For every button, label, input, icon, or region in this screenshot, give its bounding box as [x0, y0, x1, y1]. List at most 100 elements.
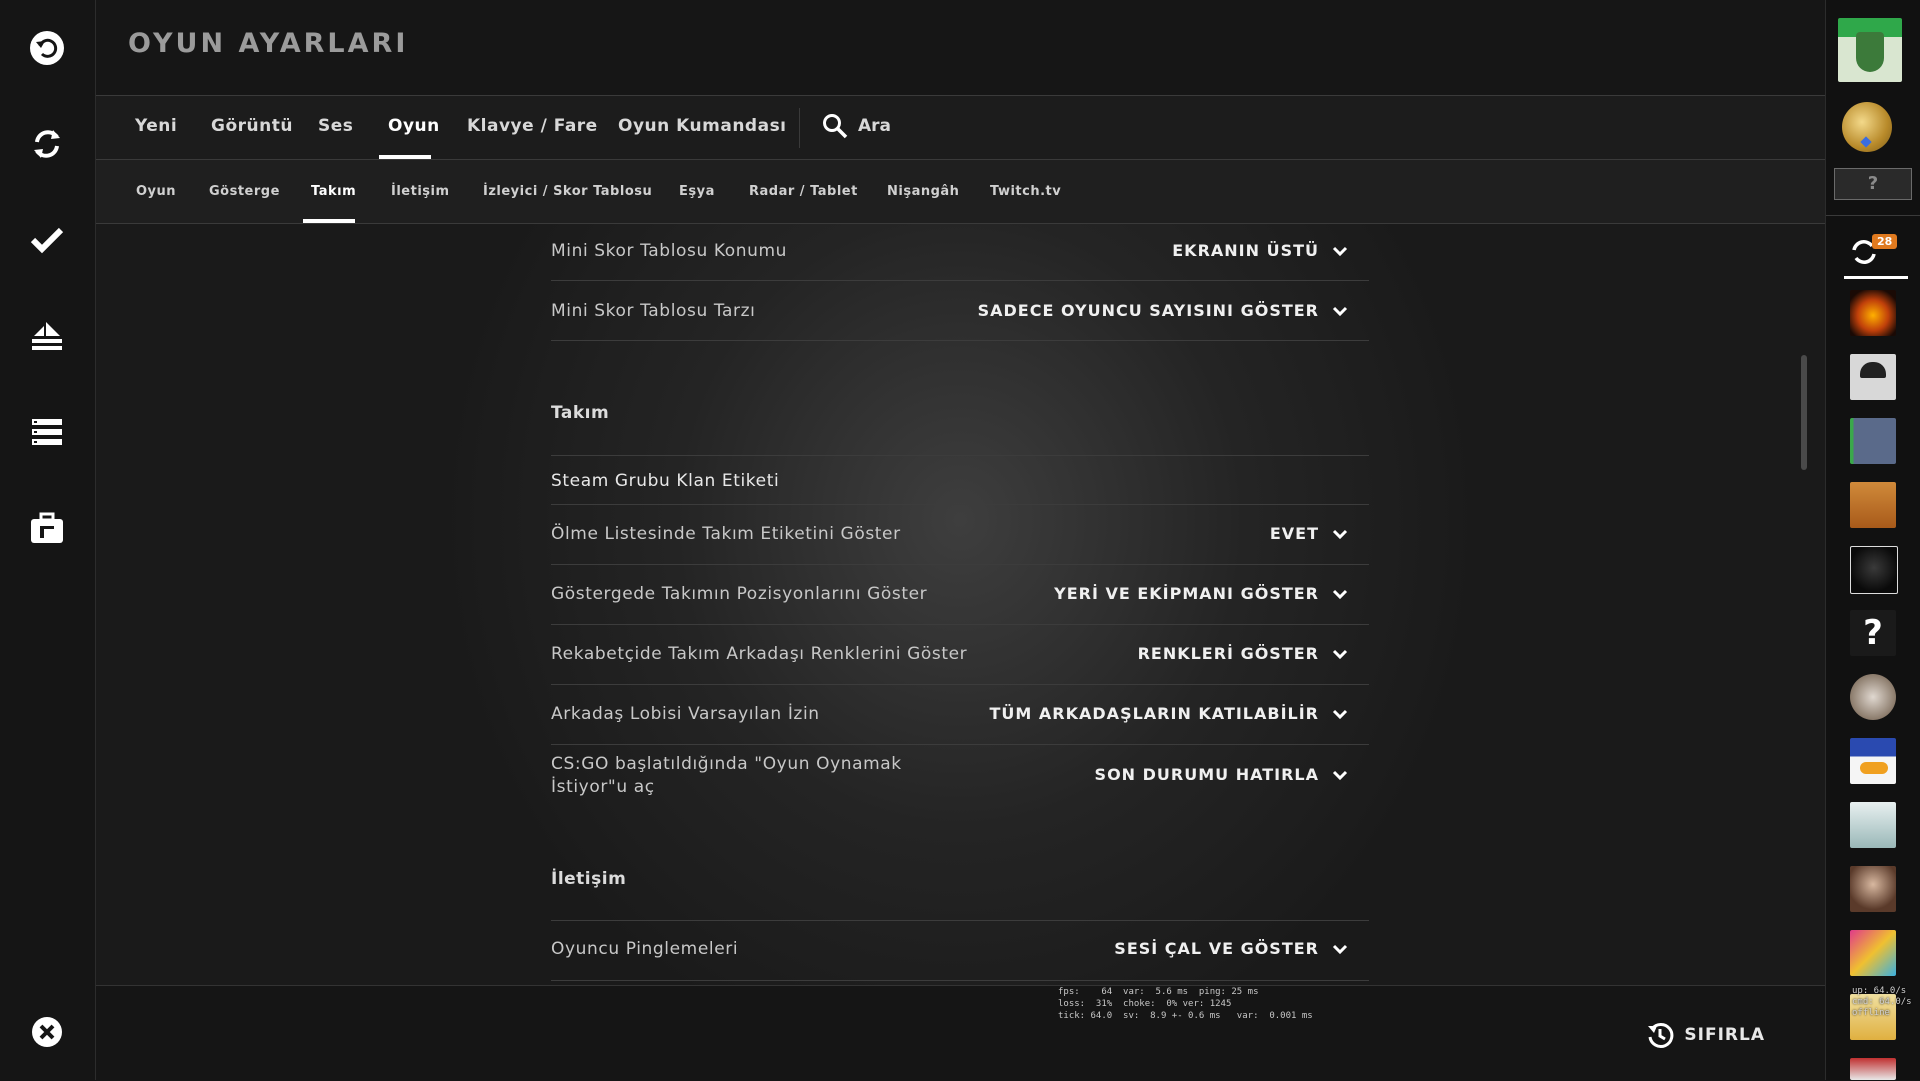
setting-label: Mini Skor Tablosu Konumu	[551, 241, 788, 261]
subtab-esya[interactable]: Eşya	[679, 184, 715, 199]
friend-avatar[interactable]	[1850, 738, 1896, 784]
net-graph-line: tick: 64.0 sv: 8.9 +- 0.6 ms var: 0.001 …	[1058, 1011, 1313, 1021]
history-icon	[1648, 1022, 1674, 1048]
friend-avatar[interactable]	[1850, 866, 1896, 912]
setting-label: CS:GO başlatıldığında "Oyun Oynamak İsti…	[551, 753, 902, 799]
scrollbar-thumb[interactable]	[1801, 355, 1807, 470]
avatar-beak	[1860, 762, 1888, 774]
sub-tabs: Oyun Gösterge Takım İletişim İzleyici / …	[96, 160, 1825, 224]
settings-panel: OYUN AYARLARI Yeni Görüntü Ses Oyun Klav…	[96, 0, 1825, 1081]
search-label: Ara	[858, 116, 892, 136]
setting-row-mini-scoreboard-position[interactable]: Mini Skor Tablosu Konumu EKRANIN ÜSTÜ	[551, 224, 1369, 281]
footer: fps: 64 var: 5.6 ms ping: 25 ms loss: 31%…	[96, 985, 1825, 1081]
chevron-down-icon[interactable]	[1331, 940, 1349, 958]
setting-value-dropdown[interactable]: SADECE OYUNCU SAYISINI GÖSTER	[978, 301, 1319, 320]
subtab-twitch[interactable]: Twitch.tv	[990, 184, 1061, 199]
setting-label: Göstergede Takımın Pozisyonlarını Göster	[551, 584, 928, 604]
inventory-icon[interactable]	[27, 508, 67, 548]
loadout-icon[interactable]	[27, 316, 67, 356]
friend-count-badge: 28	[1872, 234, 1898, 249]
setting-value-dropdown[interactable]: SON DURUMU HATIRLA	[1095, 765, 1319, 784]
setting-row-steam-group-clan-tag[interactable]: Steam Grubu Klan Etiketi	[551, 456, 1369, 505]
tab-oyun[interactable]: Oyun	[388, 116, 440, 136]
subtab-iletisim[interactable]: İletişim	[391, 184, 450, 199]
chevron-down-icon[interactable]	[1331, 525, 1349, 543]
unknown-rank-badge[interactable]: ?	[1834, 168, 1912, 200]
servers-icon[interactable]	[27, 412, 67, 452]
friend-avatar[interactable]	[1850, 674, 1896, 720]
setting-value-dropdown[interactable]: TÜM ARKADAŞLARIN KATILABİLİR	[990, 704, 1319, 723]
back-icon[interactable]	[27, 28, 67, 68]
setting-value-dropdown[interactable]: YERİ VE EKİPMANI GÖSTER	[1054, 584, 1319, 603]
setting-label-line: İstiyor"u aç	[551, 777, 655, 797]
tab-ses[interactable]: Ses	[318, 116, 353, 136]
tab-goruntu[interactable]: Görüntü	[211, 116, 293, 136]
net-graph-line: offline	[1852, 1008, 1890, 1018]
friend-avatar-unknown[interactable]: ?	[1850, 610, 1896, 656]
chevron-down-icon[interactable]	[1331, 302, 1349, 320]
search-button[interactable]: Ara	[822, 113, 891, 139]
player-avatar[interactable]	[1838, 18, 1902, 82]
quit-icon[interactable]	[27, 1012, 67, 1052]
chevron-down-icon[interactable]	[1331, 242, 1349, 260]
search-icon	[823, 114, 848, 139]
subtab-gosterge[interactable]: Gösterge	[209, 184, 280, 199]
setting-row-mini-scoreboard-style[interactable]: Mini Skor Tablosu Tarzı SADECE OYUNCU SA…	[551, 281, 1369, 341]
friend-avatar[interactable]	[1850, 418, 1896, 464]
setting-value-dropdown[interactable]: RENKLERİ GÖSTER	[1138, 644, 1319, 663]
active-indicator	[1844, 276, 1908, 279]
refresh-icon[interactable]	[27, 124, 67, 164]
net-graph-line: cmd: 64.0/s	[1852, 997, 1912, 1007]
setting-label: Mini Skor Tablosu Tarzı	[551, 301, 756, 321]
active-subtab-indicator	[303, 219, 355, 223]
tab-klavye-fare[interactable]: Klavye / Fare	[467, 116, 598, 136]
setting-row-teammate-colors[interactable]: Rekabetçide Takım Arkadaşı Renklerini Gö…	[551, 625, 1369, 685]
subtab-radar-tablet[interactable]: Radar / Tablet	[749, 184, 858, 199]
tab-yeni[interactable]: Yeni	[135, 116, 177, 136]
reset-button[interactable]: SIFIRLA	[1646, 1021, 1765, 1049]
net-graph-right: up: 64.0/s cmd: 64.0/s offline	[1852, 986, 1912, 1019]
setting-label: Arkadaş Lobisi Varsayılan İzin	[551, 704, 820, 724]
subtab-takim[interactable]: Takım	[311, 184, 356, 199]
setting-label: Oyuncu Pinglemeleri	[551, 939, 739, 959]
chevron-down-icon[interactable]	[1331, 585, 1349, 603]
section-title-iletisim: İletişim	[551, 869, 627, 889]
subtab-izleyici-skor-tablosu[interactable]: İzleyici / Skor Tablosu	[483, 184, 652, 199]
section-title-takim: Takım	[551, 403, 610, 423]
left-sidebar	[0, 0, 96, 1080]
chevron-down-icon[interactable]	[1331, 645, 1349, 663]
main-tabs: Yeni Görüntü Ses Oyun Klavye / Fare Oyun…	[96, 96, 1825, 160]
net-graph: fps: 64 var: 5.6 ms ping: 25 ms loss: 31%…	[1058, 986, 1313, 1022]
subtab-nisangah[interactable]: Nişangâh	[887, 184, 959, 199]
tab-oyun-kumandasi[interactable]: Oyun Kumandası	[618, 116, 787, 136]
friend-avatar[interactable]	[1850, 546, 1898, 594]
setting-value-dropdown[interactable]: EKRANIN ÜSTÜ	[1172, 241, 1319, 260]
subtab-oyun[interactable]: Oyun	[136, 184, 176, 199]
friends-sidebar: ? 28 ? up: 64.0/s cmd: 64.0/s offline	[1825, 0, 1920, 1080]
setting-value-dropdown[interactable]: EVET	[1270, 524, 1319, 543]
setting-value-dropdown[interactable]: SESİ ÇAL VE GÖSTER	[1114, 939, 1319, 958]
friend-avatar[interactable]	[1850, 1058, 1896, 1080]
setting-row-looking-to-play[interactable]: CS:GO başlatıldığında "Oyun Oynamak İsti…	[551, 745, 1369, 815]
setting-label: Rekabetçide Takım Arkadaşı Renklerini Gö…	[551, 644, 968, 664]
setting-label: Steam Grubu Klan Etiketi	[551, 471, 780, 491]
checkmark-icon[interactable]	[27, 220, 67, 260]
net-graph-line: loss: 31% choke: 0% ver: 1245	[1058, 999, 1232, 1009]
setting-row-killfeed-team-tag[interactable]: Ölme Listesinde Takım Etiketini Göster E…	[551, 505, 1369, 565]
setting-row-friend-lobby-permission[interactable]: Arkadaş Lobisi Varsayılan İzin TÜM ARKAD…	[551, 685, 1369, 745]
header: OYUN AYARLARI	[96, 0, 1825, 96]
setting-row-player-pings[interactable]: Oyuncu Pinglemeleri SESİ ÇAL VE GÖSTER	[551, 921, 1369, 981]
friend-avatar[interactable]	[1850, 802, 1896, 848]
friend-avatar[interactable]	[1850, 290, 1896, 336]
reset-label: SIFIRLA	[1684, 1025, 1765, 1045]
chevron-down-icon[interactable]	[1331, 705, 1349, 723]
chevron-down-icon[interactable]	[1331, 766, 1349, 784]
friend-avatar[interactable]	[1850, 482, 1896, 528]
tab-separator	[799, 108, 800, 148]
setting-row-hud-team-positions[interactable]: Göstergede Takımın Pozisyonlarını Göster…	[551, 565, 1369, 625]
friend-avatar[interactable]	[1850, 354, 1896, 400]
avatar-cap	[1860, 362, 1886, 378]
active-tab-indicator	[379, 155, 431, 159]
friend-avatar[interactable]	[1850, 930, 1896, 976]
rank-medal-icon[interactable]	[1842, 102, 1892, 152]
